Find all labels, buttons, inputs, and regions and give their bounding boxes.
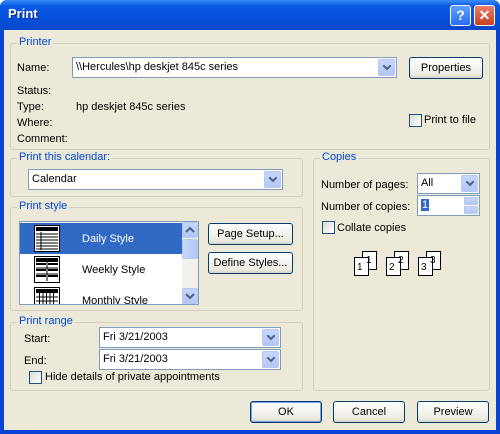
copies-legend: Copies bbox=[320, 151, 359, 163]
collate-label[interactable]: Collate copies bbox=[337, 222, 406, 234]
style-item-label: Weekly Style bbox=[82, 264, 146, 276]
collate-number: 3 bbox=[421, 262, 427, 273]
end-date-select[interactable]: Fri 3/21/2003 bbox=[99, 349, 281, 370]
collate-copies-icon: 1 1 2 2 3 3 bbox=[354, 251, 441, 276]
cancel-button[interactable]: Cancel bbox=[333, 401, 405, 423]
weekly-style-icon bbox=[34, 256, 60, 283]
help-button[interactable]: ? bbox=[450, 5, 471, 26]
copies-stepper[interactable]: 1 bbox=[417, 195, 480, 216]
where-label: Where: bbox=[17, 117, 53, 129]
copies-group: Copies Number of pages: All Number of co… bbox=[313, 151, 490, 391]
chevron-down-icon bbox=[185, 293, 195, 300]
scroll-up-button[interactable] bbox=[182, 222, 198, 238]
spin-down-button[interactable] bbox=[464, 206, 478, 214]
print-dialog: Print ? ✕ Printer Name: \\Hercules\hp de… bbox=[0, 0, 500, 434]
page-setup-button[interactable]: Page Setup... bbox=[208, 223, 293, 245]
start-date-value: Fri 3/21/2003 bbox=[103, 331, 168, 343]
comment-label: Comment: bbox=[17, 133, 68, 145]
chevron-up-icon bbox=[185, 226, 195, 233]
copies-label: Number of copies: bbox=[321, 201, 411, 213]
chevron-down-icon[interactable] bbox=[262, 329, 279, 346]
style-item-label: Monthly Style bbox=[82, 295, 149, 305]
pages-value: All bbox=[421, 177, 434, 189]
style-item-monthly[interactable]: Monthly Style bbox=[20, 285, 182, 305]
chevron-down-icon[interactable] bbox=[378, 59, 395, 76]
collate-checkbox[interactable] bbox=[322, 221, 335, 234]
scroll-thumb[interactable] bbox=[182, 239, 198, 259]
properties-button[interactable]: Properties bbox=[409, 57, 483, 79]
close-button[interactable]: ✕ bbox=[474, 5, 495, 26]
dialog-body: Printer Name: \\Hercules\hp deskjet 845c… bbox=[4, 30, 496, 430]
calendar-group: Print this calendar: Calendar bbox=[10, 151, 303, 197]
monthly-style-icon bbox=[34, 287, 60, 304]
calendar-select[interactable]: Calendar bbox=[28, 169, 283, 190]
chevron-down-icon[interactable] bbox=[264, 171, 281, 188]
pages-select[interactable]: All bbox=[417, 173, 480, 194]
style-list-scrollbar[interactable] bbox=[182, 222, 198, 304]
pages-label: Number of pages: bbox=[321, 179, 409, 191]
spin-up-button[interactable] bbox=[464, 197, 478, 205]
name-label: Name: bbox=[17, 62, 50, 74]
type-value: hp deskjet 845c series bbox=[76, 101, 186, 113]
print-style-list[interactable]: Daily Style Weekly Style Monthly Style bbox=[19, 221, 199, 305]
style-item-weekly[interactable]: Weekly Style bbox=[20, 254, 182, 285]
daily-style-icon bbox=[34, 225, 60, 252]
print-style-legend: Print style bbox=[17, 200, 70, 212]
printer-name-value: \\Hercules\hp deskjet 845c series bbox=[76, 61, 239, 73]
start-date-select[interactable]: Fri 3/21/2003 bbox=[99, 327, 281, 348]
ok-button[interactable]: OK bbox=[250, 401, 322, 423]
collate-number: 3 bbox=[430, 255, 436, 266]
end-label: End: bbox=[24, 355, 47, 367]
printer-legend: Printer bbox=[17, 36, 54, 48]
collate-number: 1 bbox=[357, 262, 363, 273]
print-style-group: Print style Daily Style Weekly Style Mon… bbox=[10, 200, 303, 311]
collate-number: 2 bbox=[398, 255, 404, 266]
status-label: Status: bbox=[17, 85, 52, 97]
title-bar[interactable]: Print ? ✕ bbox=[0, 0, 500, 30]
collate-number: 2 bbox=[389, 262, 395, 273]
printer-group: Printer Name: \\Hercules\hp deskjet 845c… bbox=[10, 36, 490, 150]
type-label: Type: bbox=[17, 101, 44, 113]
scroll-down-button[interactable] bbox=[182, 288, 198, 304]
printer-name-select[interactable]: \\Hercules\hp deskjet 845c series bbox=[72, 57, 397, 78]
print-range-legend: Print range bbox=[17, 315, 75, 327]
collate-number: 1 bbox=[366, 255, 372, 266]
copies-value: 1 bbox=[421, 199, 430, 211]
dialog-title: Print bbox=[8, 6, 38, 21]
define-styles-button[interactable]: Define Styles... bbox=[208, 252, 293, 274]
calendar-legend: Print this calendar: bbox=[17, 151, 113, 163]
hide-private-label[interactable]: Hide details of private appointments bbox=[45, 371, 220, 383]
print-range-group: Print range Start: Fri 3/21/2003 End: Fr… bbox=[10, 315, 303, 391]
chevron-down-icon[interactable] bbox=[262, 351, 279, 368]
style-item-label: Daily Style bbox=[82, 233, 134, 245]
spin-buttons bbox=[464, 197, 478, 214]
hide-private-checkbox[interactable] bbox=[29, 371, 42, 384]
print-to-file-label[interactable]: Print to file bbox=[424, 114, 476, 126]
end-date-value: Fri 3/21/2003 bbox=[103, 353, 168, 365]
calendar-value: Calendar bbox=[32, 173, 77, 185]
chevron-down-icon[interactable] bbox=[461, 175, 478, 192]
start-label: Start: bbox=[24, 333, 51, 345]
style-item-daily[interactable]: Daily Style bbox=[20, 223, 182, 254]
preview-button[interactable]: Preview bbox=[417, 401, 489, 423]
print-to-file-checkbox[interactable] bbox=[409, 114, 422, 127]
